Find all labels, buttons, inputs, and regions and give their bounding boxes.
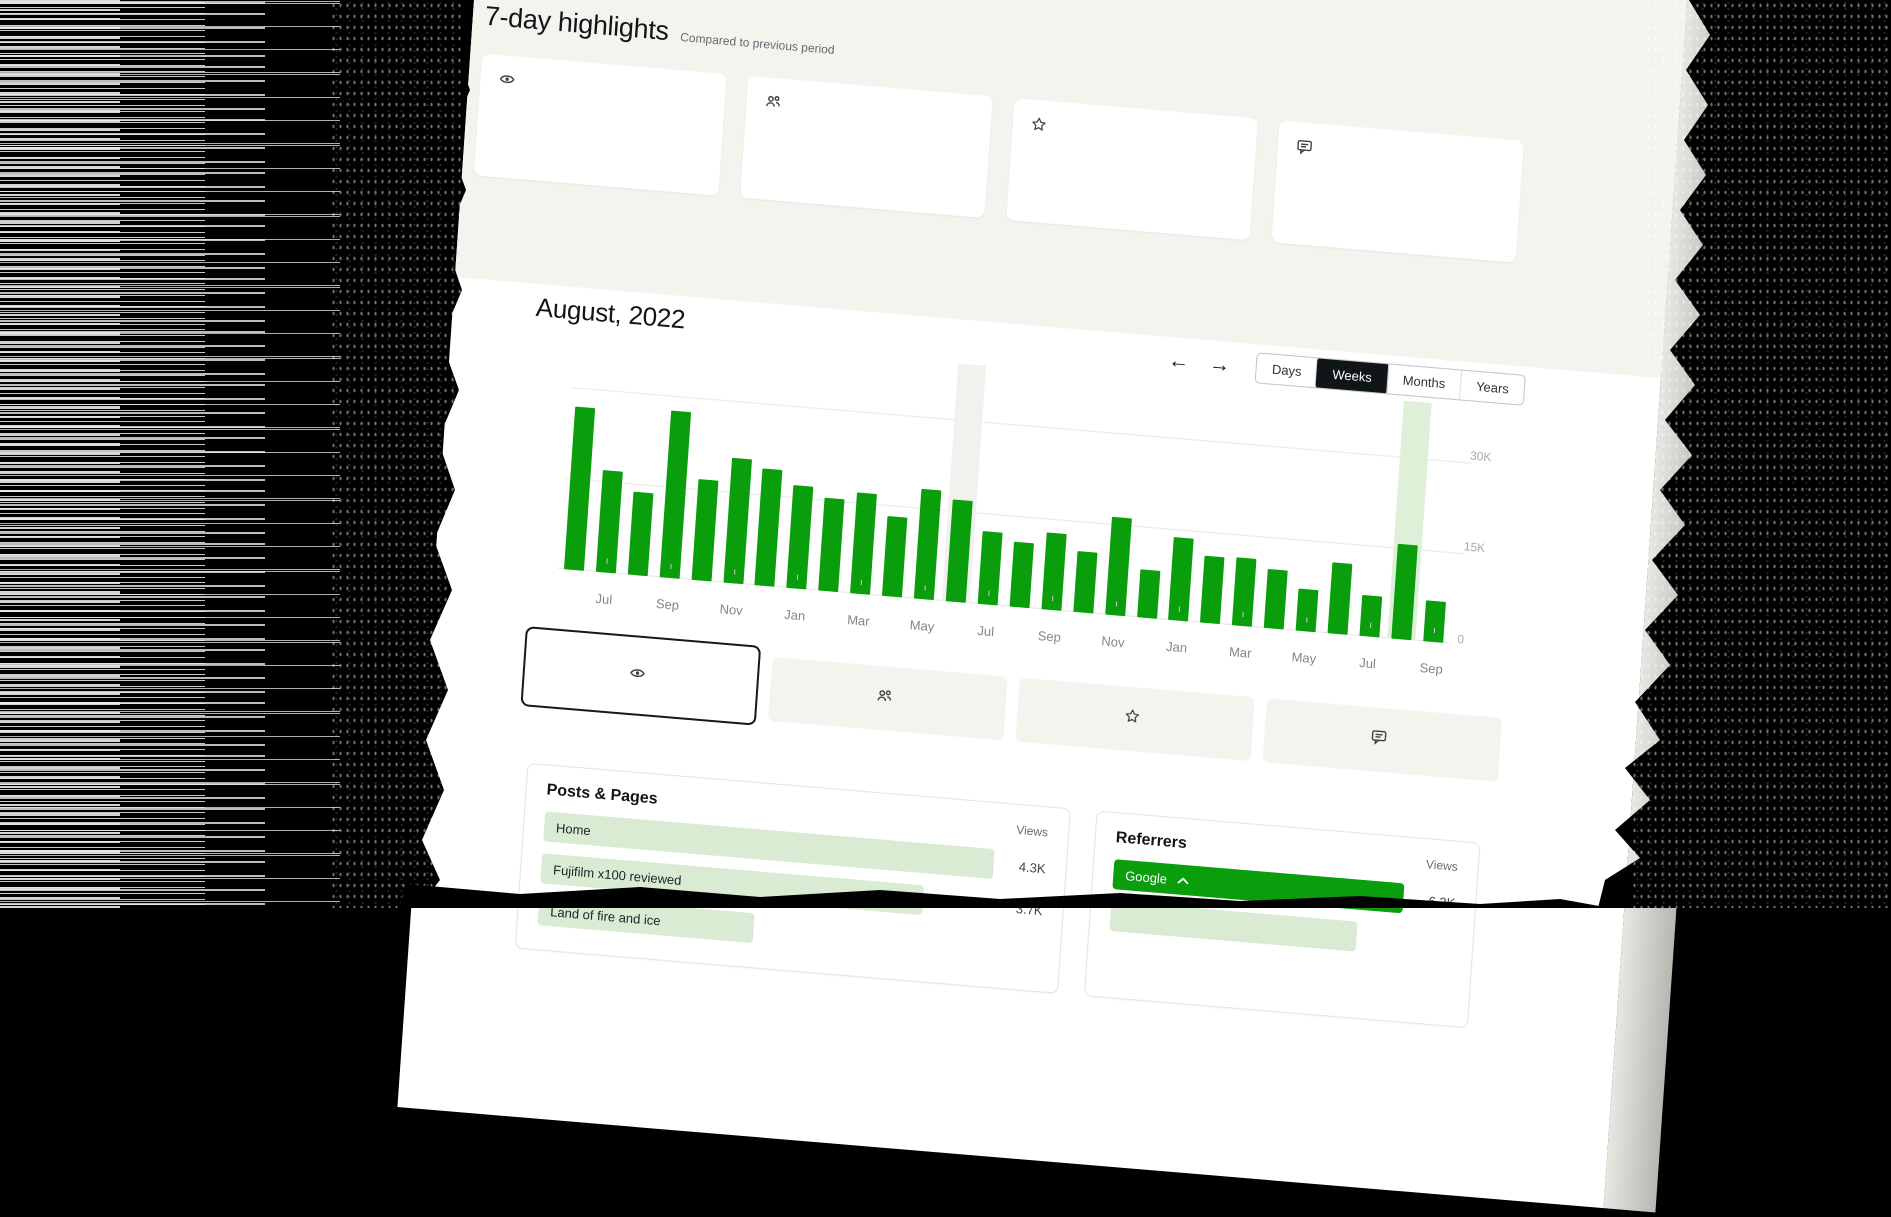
eye-icon bbox=[498, 71, 707, 108]
referrers-title: Referrers bbox=[1115, 829, 1187, 853]
highlight-card-comments bbox=[1272, 120, 1524, 262]
highlights-subtitle: Compared to previous period bbox=[680, 30, 835, 57]
row-views-value: 4.3K bbox=[993, 857, 1046, 876]
prev-period-arrow[interactable]: ← bbox=[1168, 350, 1190, 373]
x-axis-label-sep: Sep bbox=[1415, 660, 1448, 678]
chart-section: August, 2022 ← → DaysWeeksMonthsYears 30… bbox=[504, 285, 1527, 1029]
stats-page: 7-day highlights Compared to previous pe… bbox=[397, 0, 1689, 1208]
x-axis-label-jan: Jan bbox=[778, 606, 811, 624]
star-icon bbox=[1123, 707, 1140, 727]
views-bar[interactable] bbox=[1296, 589, 1319, 633]
x-axis-label-jan: Jan bbox=[1160, 638, 1193, 656]
x-axis-label-empty bbox=[810, 609, 843, 627]
x-axis-label-sep: Sep bbox=[651, 596, 684, 614]
x-axis-label-nov: Nov bbox=[1097, 633, 1130, 651]
period-tab-months[interactable]: Months bbox=[1386, 364, 1461, 399]
x-axis-label-may: May bbox=[1288, 649, 1321, 667]
views-proportion-bar bbox=[1109, 901, 1358, 952]
posts-pages-title: Posts & Pages bbox=[546, 781, 658, 808]
eye-icon bbox=[628, 664, 646, 683]
views-bar[interactable] bbox=[1423, 600, 1446, 643]
posts-views-column-header: Views bbox=[1016, 823, 1049, 840]
period-tab-days[interactable]: Days bbox=[1256, 353, 1317, 387]
x-axis-label-jul: Jul bbox=[969, 622, 1002, 640]
speckle-noise-left bbox=[330, 0, 462, 908]
summary-tab-visitors[interactable] bbox=[768, 657, 1008, 741]
x-axis-label-mar: Mar bbox=[842, 612, 875, 630]
period-tab-weeks[interactable]: Weeks bbox=[1314, 357, 1388, 394]
x-axis-label-empty bbox=[683, 598, 716, 616]
x-axis-label-empty bbox=[874, 614, 907, 632]
x-axis-label-jul: Jul bbox=[1351, 654, 1384, 672]
x-axis-label-empty bbox=[1128, 636, 1161, 654]
comment-icon bbox=[1370, 728, 1388, 748]
views-bar[interactable] bbox=[1359, 595, 1382, 638]
posts-pages-module: Posts & Pages Views Home 4.3K Fujifilm x10… bbox=[515, 763, 1071, 994]
comment-icon bbox=[1295, 138, 1504, 175]
period-tab-years[interactable]: Years bbox=[1459, 370, 1525, 404]
summary-tab-likes[interactable] bbox=[1015, 678, 1255, 762]
screenshot-stage: 7-day highlights Compared to previous pe… bbox=[0, 0, 1891, 908]
referrers-views-column-header: Views bbox=[1426, 857, 1459, 874]
views-bar[interactable] bbox=[1137, 569, 1160, 619]
highlight-card-likes bbox=[1006, 98, 1258, 240]
row-label: Fujifilm x100 reviewed bbox=[553, 862, 682, 888]
highlights-title: 7-day highlights bbox=[484, 1, 670, 47]
row-label: Google bbox=[1125, 868, 1168, 886]
referrers-module: Referrers Views Google6.2K bbox=[1084, 810, 1481, 1028]
speckle-noise-right bbox=[1631, 0, 1891, 908]
x-axis-label-empty bbox=[1192, 641, 1225, 659]
x-axis-label-empty bbox=[1065, 630, 1098, 648]
x-axis-label-empty bbox=[1383, 657, 1416, 675]
chevron-up-icon[interactable] bbox=[1177, 872, 1190, 888]
x-axis-label-empty bbox=[1001, 625, 1034, 643]
row-views-value bbox=[988, 948, 1040, 952]
chart-period-title: August, 2022 bbox=[535, 292, 686, 335]
highlight-card-views bbox=[474, 54, 726, 196]
people-icon bbox=[875, 687, 893, 706]
people-icon bbox=[764, 93, 973, 130]
x-axis-label-empty bbox=[619, 593, 652, 611]
summary-tab-comments[interactable] bbox=[1262, 698, 1502, 782]
tilted-sheet: 7-day highlights Compared to previous pe… bbox=[397, 0, 1788, 1217]
row-views-value bbox=[1401, 940, 1453, 944]
next-period-arrow[interactable]: → bbox=[1209, 353, 1231, 376]
x-axis-label-may: May bbox=[906, 617, 939, 635]
x-axis-label-empty bbox=[1256, 646, 1289, 664]
row-label: Home bbox=[556, 820, 592, 838]
x-axis-label-sep: Sep bbox=[1033, 628, 1066, 646]
x-axis-label-empty bbox=[937, 620, 970, 638]
x-axis-label-jul: Jul bbox=[587, 590, 620, 608]
x-axis-label-empty bbox=[1319, 652, 1352, 670]
star-icon bbox=[1030, 116, 1239, 153]
x-axis-label-nov: Nov bbox=[715, 601, 748, 619]
y-axis-label-0: 0 bbox=[1457, 632, 1508, 650]
y-axis-label-15k: 15K bbox=[1463, 539, 1514, 557]
x-axis-label-empty bbox=[556, 588, 589, 606]
x-axis-label-empty bbox=[747, 604, 780, 622]
highlight-card-visitors bbox=[740, 76, 992, 218]
y-axis-label-30k: 30K bbox=[1470, 449, 1521, 467]
views-bar[interactable] bbox=[1073, 551, 1097, 614]
x-axis-label-mar: Mar bbox=[1224, 644, 1257, 662]
